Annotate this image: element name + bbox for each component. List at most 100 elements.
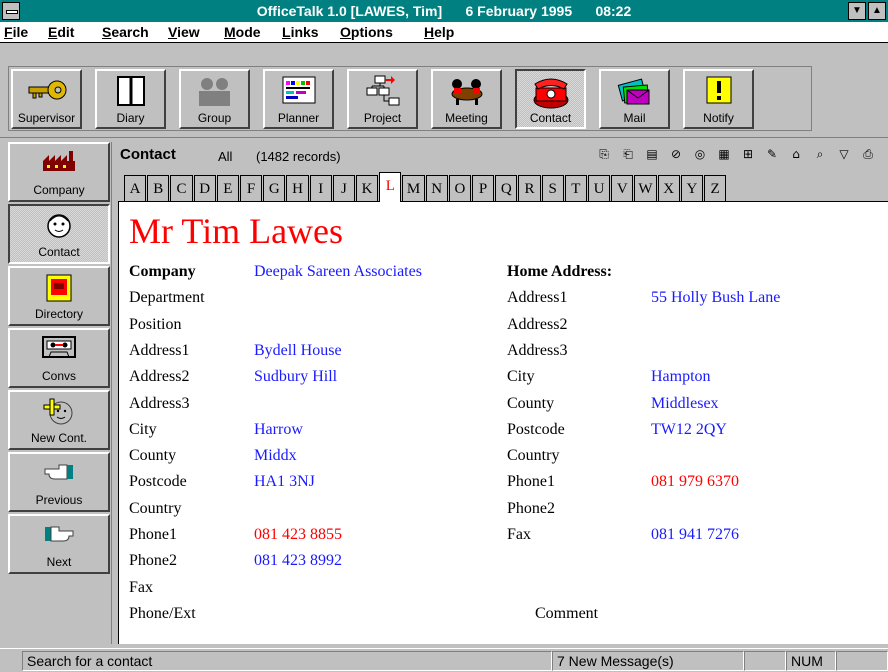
company-field-value[interactable]: Middx	[254, 447, 297, 465]
filter-icon[interactable]: ▽	[836, 146, 852, 162]
menu-mode[interactable]: Mode	[224, 24, 261, 40]
letter-tab-e[interactable]: E	[216, 175, 239, 201]
toolbar-mail-button[interactable]: Mail	[599, 69, 670, 129]
company-field-label: County	[129, 447, 177, 465]
letter-tab-j[interactable]: J	[332, 175, 355, 201]
nav-next-button[interactable]: Next	[8, 514, 110, 574]
nav-new-cont-button[interactable]: New Cont.	[8, 390, 110, 450]
menu-help[interactable]: Help	[424, 24, 454, 40]
letter-tab-k[interactable]: K	[356, 175, 379, 201]
home-field-value[interactable]: TW12 2QY	[651, 421, 727, 439]
letter-tab-h[interactable]: H	[286, 175, 309, 201]
search-icon[interactable]: ⌕	[812, 146, 828, 162]
nav-convs-button[interactable]: Convs	[8, 328, 110, 388]
letter-tab-t[interactable]: T	[564, 175, 587, 201]
window-title: OfficeTalk 1.0 [LAWES, Tim] 6 February 1…	[256, 3, 632, 19]
nav-previous-button[interactable]: Previous	[8, 452, 110, 512]
menu-edit[interactable]: Edit	[48, 24, 74, 40]
attach-icon[interactable]: ⊘	[668, 146, 684, 162]
letter-tab-u[interactable]: U	[588, 175, 611, 201]
document-icon[interactable]: ▤	[644, 146, 660, 162]
toolbar-label: Mail	[623, 111, 646, 125]
letter-tab-v[interactable]: V	[611, 175, 634, 201]
toolbar-supervisor-button[interactable]: Supervisor	[11, 69, 82, 129]
home-field-value[interactable]: 081 979 6370	[651, 473, 739, 491]
company-field-value[interactable]: Bydell House	[254, 342, 342, 360]
toolbar-group-button[interactable]: Group	[179, 69, 250, 129]
toolbar-notify-button[interactable]: Notify	[683, 69, 754, 129]
letter-tab-o[interactable]: O	[448, 175, 471, 201]
company-field-label: Address1	[129, 341, 190, 359]
menu-options[interactable]: Options	[340, 24, 393, 40]
company-field-value[interactable]: HA1 3NJ	[254, 473, 315, 491]
letter-tab-g[interactable]: G	[263, 175, 286, 201]
new-messages[interactable]: 7 New Message(s)	[552, 651, 744, 671]
company-field-label: Country	[129, 499, 182, 517]
print-icon[interactable]: ⎙	[860, 146, 876, 162]
home-field-value[interactable]: Middlesex	[651, 395, 719, 413]
company-field-value[interactable]: Harrow	[254, 421, 303, 439]
letter-tab-f[interactable]: F	[240, 175, 263, 201]
letter-tab-b[interactable]: B	[147, 175, 170, 201]
home-field-label: Address2	[507, 315, 568, 333]
letter-tab-n[interactable]: N	[425, 175, 448, 201]
toolbar-diary-button[interactable]: Diary	[95, 69, 166, 129]
nav-contact-button[interactable]: Contact	[8, 204, 110, 264]
letter-tab-a[interactable]: A	[124, 175, 147, 201]
home-field-label: Address1	[507, 289, 568, 307]
disc-icon[interactable]: ◎	[692, 146, 708, 162]
company-field-value[interactable]: 081 423 8992	[254, 552, 342, 570]
toolbar-planner-button[interactable]: Planner	[263, 69, 334, 129]
company-field-value[interactable]: Sudbury Hill	[254, 368, 337, 386]
toolbar-contact-button[interactable]: Contact	[515, 69, 586, 129]
record-tools: ⎘ ⎗ ▤ ⊘ ◎ ▦ ⊞ ✎ ⌂ ⌕ ▽ ⎙	[592, 146, 888, 164]
toolbar-meeting-button[interactable]: Meeting	[431, 69, 502, 129]
letter-tab-i[interactable]: I	[309, 175, 332, 201]
status-blank	[744, 651, 786, 671]
toolbar-project-button[interactable]: Project	[347, 69, 418, 129]
company-field-value[interactable]: 081 423 8855	[254, 526, 342, 544]
letter-tab-w[interactable]: W	[634, 175, 657, 201]
letter-tab-q[interactable]: Q	[495, 175, 518, 201]
minimize-button[interactable]: ▼	[848, 2, 866, 20]
letter-tab-s[interactable]: S	[541, 175, 564, 201]
letter-tab-m[interactable]: M	[402, 175, 425, 201]
letter-tab-d[interactable]: D	[193, 175, 216, 201]
menu-mnemonic: M	[224, 24, 236, 40]
menu-label: ptions	[350, 24, 393, 40]
nav-label: Company	[33, 183, 85, 197]
menu-file[interactable]: File	[4, 24, 28, 40]
calculator-icon[interactable]: ▦	[716, 146, 732, 162]
cassette-icon	[41, 335, 77, 364]
menu-view[interactable]: View	[168, 24, 200, 40]
filter-label[interactable]: All	[218, 149, 232, 164]
home-field-value[interactable]: 081 941 7276	[651, 526, 739, 544]
letter-tab-p[interactable]: P	[472, 175, 495, 201]
home-field-value[interactable]: 55 Holly Bush Lane	[651, 289, 780, 307]
copy-record-icon[interactable]: ⎘	[596, 146, 612, 162]
menu-mnemonic: E	[48, 24, 58, 40]
expand-icon[interactable]: ⊞	[740, 146, 756, 162]
status-bar: Search for a contact 7 New Message(s) NU…	[0, 648, 888, 672]
menu-search[interactable]: Search	[102, 24, 149, 40]
company-value[interactable]: Deepak Sareen Associates	[254, 263, 422, 281]
home-field-value[interactable]: Hampton	[651, 368, 711, 386]
toolbar-label: Notify	[703, 111, 734, 125]
letter-tab-y[interactable]: Y	[680, 175, 703, 201]
contact-name: Mr Tim Lawes	[129, 211, 344, 251]
maximize-button[interactable]: ▲	[868, 2, 886, 20]
nav-label: Convs	[41, 369, 76, 383]
letter-tab-c[interactable]: C	[170, 175, 193, 201]
planner-icon	[280, 74, 318, 111]
pen-icon[interactable]: ✎	[764, 146, 780, 162]
menu-links[interactable]: Links	[282, 24, 319, 40]
toolbar-label: Diary	[116, 111, 145, 125]
paste-record-icon[interactable]: ⎗	[620, 146, 636, 162]
nav-directory-button[interactable]: Directory	[8, 266, 110, 326]
letter-tab-x[interactable]: X	[657, 175, 680, 201]
letter-tab-r[interactable]: R	[518, 175, 541, 201]
nav-company-button[interactable]: Company	[8, 142, 110, 202]
bell-icon[interactable]: ⌂	[788, 146, 804, 162]
letter-tab-l[interactable]: L	[379, 172, 402, 203]
letter-tab-z[interactable]: Z	[704, 175, 727, 201]
